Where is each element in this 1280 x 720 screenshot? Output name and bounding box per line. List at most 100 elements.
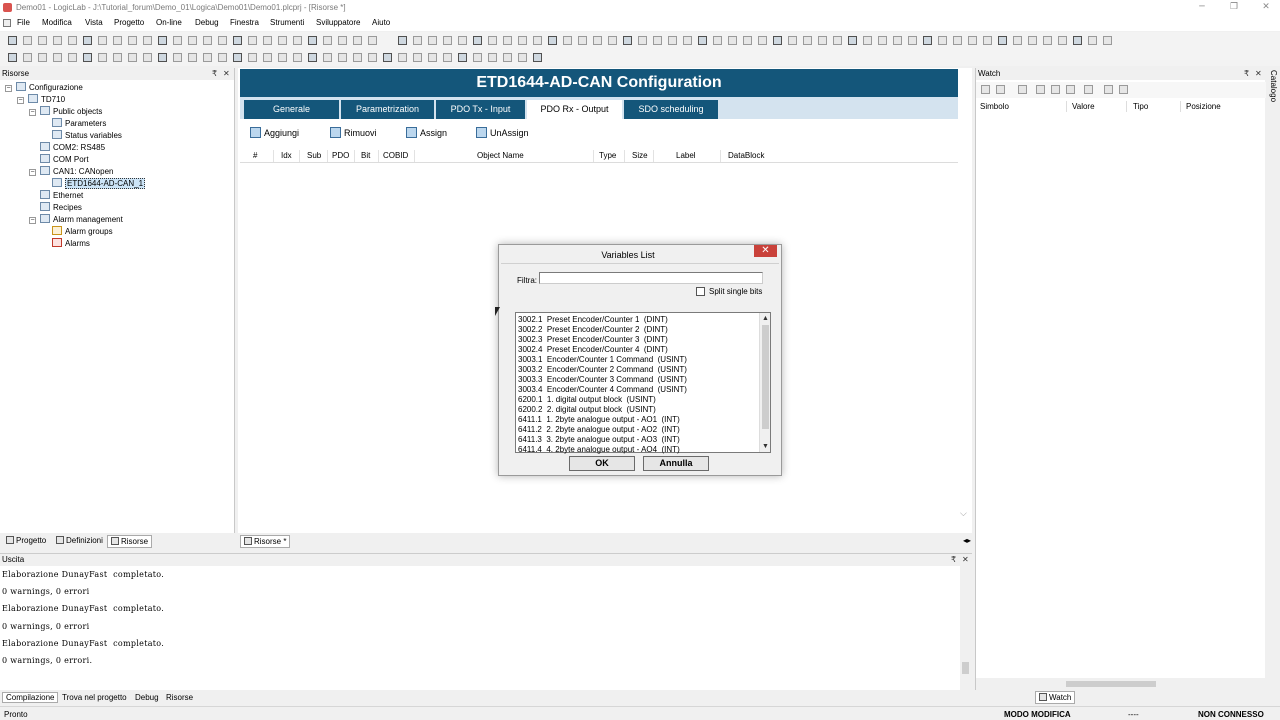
column-header[interactable]: Label (676, 151, 696, 160)
toolbar-button-icon[interactable] (308, 53, 317, 62)
split-single-bits-checkbox[interactable] (696, 287, 705, 296)
toolbar-button-icon[interactable] (23, 36, 32, 45)
menu-finestra[interactable]: Finestra (230, 18, 259, 27)
variables-listbox[interactable]: 3002.1 Preset Encoder/Counter 1 (DINT) 30… (515, 312, 771, 454)
toolbar-button-icon[interactable] (533, 53, 542, 62)
toolbar-button-icon[interactable] (533, 36, 542, 45)
toolbar-button-icon[interactable] (758, 36, 767, 45)
toolbar-button-icon[interactable] (983, 36, 992, 45)
toolbar-button-icon[interactable] (38, 36, 47, 45)
restore-icon[interactable]: ❐ (1218, 0, 1250, 16)
toolbar-button-icon[interactable] (833, 36, 842, 45)
tab-pdo-rx-output[interactable]: PDO Rx - Output (527, 100, 622, 119)
toolbar-button-icon[interactable] (158, 36, 167, 45)
toolbar-button-icon[interactable] (263, 53, 272, 62)
column-header[interactable]: Sub (307, 151, 321, 160)
watch-column-header[interactable]: Valore (1072, 102, 1095, 111)
toolbar-button-icon[interactable] (38, 53, 47, 62)
column-header[interactable]: Type (599, 151, 616, 160)
watch-column-header[interactable]: Posizione (1186, 102, 1221, 111)
toolbar-button-icon[interactable] (1013, 36, 1022, 45)
toolbar-button-icon[interactable] (743, 36, 752, 45)
toolbar-button-icon[interactable] (218, 53, 227, 62)
toolbar-button-icon[interactable] (653, 36, 662, 45)
column-header[interactable]: Bit (361, 151, 370, 160)
toolbar-button-icon[interactable] (98, 53, 107, 62)
toolbar-button-icon[interactable] (638, 36, 647, 45)
scroll-up-icon[interactable]: ▲ (761, 314, 770, 323)
menu-progetto[interactable]: Progetto (114, 18, 144, 27)
toolbar-button-icon[interactable] (698, 36, 707, 45)
watch-column-header[interactable]: Tipo (1133, 102, 1148, 111)
tree-node[interactable]: COM2: RS485 (40, 142, 105, 154)
toolbar-button-icon[interactable] (113, 36, 122, 45)
watch-toolbar-icon[interactable] (1036, 85, 1045, 94)
filter-input[interactable] (539, 272, 763, 284)
list-item[interactable]: 6411.2 2. 2byte analogue output - AO2 (I… (518, 425, 680, 435)
toolbar-button-icon[interactable] (1028, 36, 1037, 45)
tab-risorse-document[interactable]: Risorse * (240, 535, 291, 548)
collapse-icon[interactable]: − (29, 169, 36, 176)
list-item[interactable]: 6200.1 1. digital output block (USINT) (518, 395, 656, 405)
toolbar-button-icon[interactable] (1103, 36, 1112, 45)
toolbar-button-icon[interactable] (788, 36, 797, 45)
close-panel-icon[interactable]: ✕ (962, 554, 969, 565)
add-button[interactable]: Aggiungi (250, 127, 299, 138)
cancel-button[interactable]: Annulla (643, 456, 709, 471)
watch-toolbar-icon[interactable] (981, 85, 990, 94)
toolbar-button-icon[interactable] (998, 36, 1007, 45)
toolbar-button-icon[interactable] (248, 53, 257, 62)
toolbar-button-icon[interactable] (278, 53, 287, 62)
toolbar-button-icon[interactable] (143, 36, 152, 45)
menu-sviluppatore[interactable]: Sviluppatore (316, 18, 360, 27)
collapse-icon[interactable]: − (29, 109, 36, 116)
pin-icon[interactable]: ₹ (951, 554, 956, 565)
toolbar-button-icon[interactable] (293, 53, 302, 62)
tree-node[interactable]: − Configurazione (5, 82, 83, 94)
toolbar-button-icon[interactable] (578, 36, 587, 45)
assign-button[interactable]: Assign (406, 127, 447, 138)
tab-risorse-output[interactable]: Risorse (163, 693, 196, 702)
toolbar-button-icon[interactable] (548, 36, 557, 45)
toolbar-button-icon[interactable] (878, 36, 887, 45)
toolbar-button-icon[interactable] (623, 36, 632, 45)
toolbar-button-icon[interactable] (773, 36, 782, 45)
tab-progetto[interactable]: Progetto (3, 535, 49, 546)
tab-nav-icon[interactable]: ◂▸ (963, 536, 971, 545)
toolbar-button-icon[interactable] (128, 36, 137, 45)
catalog-side-tab[interactable]: Catalogo (1266, 68, 1280, 690)
toolbar-button-icon[interactable] (428, 53, 437, 62)
toolbar-button-icon[interactable] (23, 53, 32, 62)
watch-toolbar-icon[interactable] (1084, 85, 1093, 94)
toolbar-button-icon[interactable] (173, 53, 182, 62)
toolbar-button-icon[interactable] (503, 53, 512, 62)
tab-debug[interactable]: Debug (132, 693, 162, 702)
list-item[interactable]: 6200.2 2. digital output block (USINT) (518, 405, 656, 415)
watch-toolbar-icon[interactable] (1051, 85, 1060, 94)
tree-node[interactable]: ETD1644-AD-CAN_1 (52, 178, 146, 190)
toolbar-button-icon[interactable] (263, 36, 272, 45)
toolbar-button-icon[interactable] (713, 36, 722, 45)
list-item[interactable]: 3002.2 Preset Encoder/Counter 2 (DINT) (518, 325, 668, 335)
close-icon[interactable]: ✕ (1250, 0, 1280, 16)
toolbar-button-icon[interactable] (173, 36, 182, 45)
toolbar-button-icon[interactable] (83, 36, 92, 45)
tree-node[interactable]: − TD710 (17, 94, 65, 106)
toolbar-button-icon[interactable] (233, 36, 242, 45)
menu-aiuto[interactable]: Aiuto (372, 18, 390, 27)
tab-parametrization[interactable]: Parametrization (341, 100, 434, 119)
toolbar-button-icon[interactable] (53, 36, 62, 45)
toolbar-button-icon[interactable] (593, 36, 602, 45)
list-scroll-thumb[interactable] (762, 325, 769, 429)
toolbar-button-icon[interactable] (668, 36, 677, 45)
toolbar-button-icon[interactable] (188, 36, 197, 45)
watch-scroll-thumb[interactable] (1066, 681, 1156, 687)
toolbar-button-icon[interactable] (68, 53, 77, 62)
column-header[interactable]: Size (632, 151, 648, 160)
toolbar-button-icon[interactable] (233, 53, 242, 62)
tree-node[interactable]: − CAN1: CANopen (29, 166, 113, 178)
toolbar-button-icon[interactable] (278, 36, 287, 45)
toolbar-button-icon[interactable] (248, 36, 257, 45)
tab-sdo-scheduling[interactable]: SDO scheduling (624, 100, 718, 119)
toolbar-button-icon[interactable] (518, 53, 527, 62)
